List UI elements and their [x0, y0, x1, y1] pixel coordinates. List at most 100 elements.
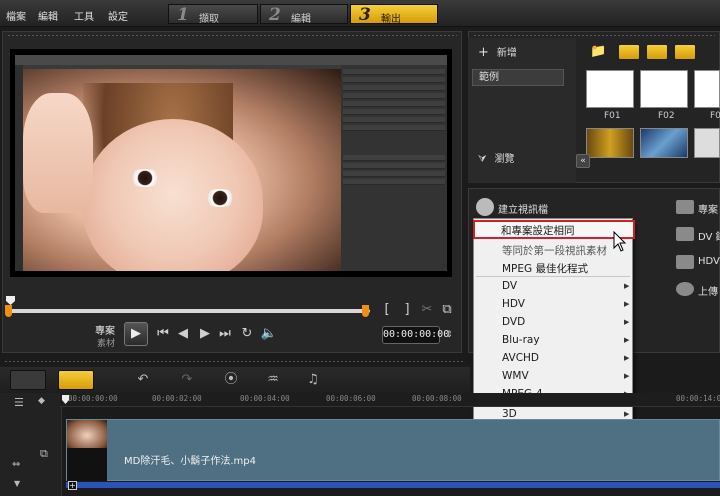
- library-thumbnail[interactable]: [586, 70, 634, 108]
- browse-icon: ⮛: [478, 154, 487, 165]
- photo-filter-icon[interactable]: [646, 44, 668, 60]
- redo-icon[interactable]: ↷: [178, 372, 196, 388]
- video-track-icon[interactable]: ⧉: [40, 447, 48, 461]
- menu-item-same-as-project[interactable]: 和專案設定相同: [473, 220, 635, 239]
- video-filter-icon[interactable]: [618, 44, 640, 60]
- mode-project-label[interactable]: 專案: [95, 322, 115, 337]
- add-folder-button[interactable]: + 新增: [478, 44, 517, 60]
- step-number: 3: [359, 5, 371, 25]
- tab-capture[interactable]: 1 擷取: [168, 4, 258, 25]
- globe-icon[interactable]: [676, 282, 694, 296]
- scrub-bar[interactable]: [10, 309, 370, 313]
- collapse-library-icon[interactable]: «: [576, 154, 590, 168]
- menu-tools[interactable]: 工具: [74, 8, 94, 23]
- timecode-stepper-icon[interactable]: ⇕: [440, 326, 458, 344]
- mark-out-icon[interactable]: ]: [398, 301, 416, 319]
- step-label: 擷取: [199, 14, 219, 25]
- menu-item-avchd[interactable]: AVCHD: [502, 352, 539, 364]
- repeat-icon[interactable]: ↻: [238, 325, 256, 343]
- expand-track-icon[interactable]: +: [68, 481, 77, 490]
- menu-item-hdv[interactable]: HDV: [502, 298, 525, 310]
- menu-item-same-as-first-clip[interactable]: 等同於第一段視訊素材: [502, 243, 607, 258]
- video-content-toolbar: [15, 65, 23, 271]
- menu-item-label: 和專案設定相同: [501, 225, 575, 237]
- menu-item-wmv[interactable]: WMV: [502, 370, 529, 382]
- hdv-record-label[interactable]: HDV: [698, 256, 720, 267]
- ruler-tick-label: 00:00:08:00: [412, 394, 462, 403]
- project-playback-icon[interactable]: [676, 200, 694, 214]
- tab-edit[interactable]: 2 編輯: [260, 4, 348, 25]
- go-to-end-icon[interactable]: ⏭: [216, 325, 234, 343]
- record-capture-icon[interactable]: ⦿: [222, 372, 240, 388]
- dv-record-icon[interactable]: [676, 227, 694, 241]
- next-frame-icon[interactable]: ▶: [196, 325, 214, 343]
- mouse-cursor-icon: [613, 231, 627, 252]
- video-content-menubar: [15, 55, 447, 65]
- track-manager-icon[interactable]: ☰: [14, 396, 24, 409]
- timecode-display[interactable]: 00:00:00:00: [382, 326, 449, 344]
- browse-button[interactable]: ⮛ 瀏覽: [478, 150, 515, 165]
- clip-name: MD除汗毛、小鬍子作法.mp4: [124, 456, 256, 467]
- preview-video[interactable]: [15, 55, 447, 271]
- ruler-tick-label: 00:00:04:00: [240, 394, 290, 403]
- previous-frame-icon[interactable]: ◀: [174, 325, 192, 343]
- volume-icon[interactable]: 🔈: [260, 325, 278, 343]
- panel-grip[interactable]: [7, 34, 457, 37]
- library-thumbnail[interactable]: [694, 70, 720, 108]
- library-folder-sample[interactable]: 範例: [472, 69, 564, 86]
- folder-icon[interactable]: 📁: [590, 44, 606, 59]
- library-thumbnail[interactable]: [586, 128, 634, 158]
- mark-in-icon[interactable]: [: [378, 301, 396, 319]
- hdv-record-icon[interactable]: [676, 255, 694, 269]
- project-playback-label[interactable]: 專案: [698, 201, 718, 216]
- play-button[interactable]: ▶: [124, 322, 148, 346]
- ruler-tick-label: 00:00:06:00: [326, 394, 376, 403]
- video-content-panels: [341, 65, 447, 271]
- sound-mixer-icon[interactable]: ♒: [264, 372, 282, 388]
- library-thumbnail[interactable]: [640, 128, 688, 158]
- panel-grip[interactable]: [473, 34, 715, 37]
- go-to-start-icon[interactable]: ⏮: [154, 325, 172, 343]
- upload-label[interactable]: 上傳: [698, 283, 718, 298]
- menu-item-mpeg-optimizer[interactable]: MPEG 最佳化程式: [502, 261, 588, 276]
- cut-icon[interactable]: ✂: [418, 301, 436, 319]
- clip-audio-strip: [66, 482, 720, 488]
- menu-settings[interactable]: 設定: [108, 8, 128, 23]
- undo-icon[interactable]: ↶: [134, 372, 152, 388]
- submenu-arrow-icon: ▶: [624, 282, 630, 290]
- library-thumbnail[interactable]: [694, 128, 720, 158]
- track-header: ☰ ◆ ⧉ ⇔ ▼: [0, 393, 62, 496]
- scroll-down-icon[interactable]: ▼: [14, 479, 20, 488]
- step-label: 編輯: [291, 14, 311, 25]
- enlarge-icon[interactable]: ⧉: [438, 301, 456, 319]
- clip-thumbnail: [67, 448, 107, 481]
- top-menu-bar: 檔案 編輯 工具 設定 1 擷取 2 編輯 3 輸出: [0, 0, 720, 27]
- audio-filter-icon[interactable]: [674, 44, 696, 60]
- chapter-point-icon[interactable]: ◆: [38, 396, 45, 406]
- video-clip[interactable]: [66, 419, 720, 481]
- menu-item-bluray[interactable]: Blu-ray: [502, 334, 540, 346]
- timeline-view-button[interactable]: [58, 370, 94, 390]
- submenu-arrow-icon: ▶: [624, 318, 630, 326]
- auto-music-icon[interactable]: ♫: [304, 372, 322, 388]
- tab-share[interactable]: 3 輸出: [350, 4, 438, 25]
- step-label: 輸出: [381, 14, 401, 25]
- submenu-arrow-icon: ▶: [624, 372, 630, 380]
- dv-record-label[interactable]: DV 錄: [698, 228, 720, 243]
- menu-edit[interactable]: 編輯: [38, 8, 58, 23]
- menu-item-dv[interactable]: DV: [502, 280, 517, 292]
- step-number: 2: [269, 5, 281, 25]
- trim-end-handle[interactable]: [362, 305, 369, 317]
- video-content-canvas: [23, 69, 341, 271]
- mode-clip-label[interactable]: 素材: [97, 336, 115, 349]
- library-thumbnail[interactable]: [640, 70, 688, 108]
- create-video-file-label[interactable]: 建立視訊檔: [498, 201, 548, 216]
- trim-start-handle[interactable]: [5, 305, 12, 317]
- menu-item-dvd[interactable]: DVD: [502, 316, 525, 328]
- panel-grip[interactable]: [4, 360, 464, 363]
- storyboard-view-button[interactable]: [10, 370, 46, 390]
- thumbnail-label: F02: [658, 111, 675, 121]
- menu-file[interactable]: 檔案: [6, 8, 26, 23]
- clip-thumbnail: [67, 420, 107, 448]
- ripple-edit-icon[interactable]: ⇔: [12, 459, 20, 470]
